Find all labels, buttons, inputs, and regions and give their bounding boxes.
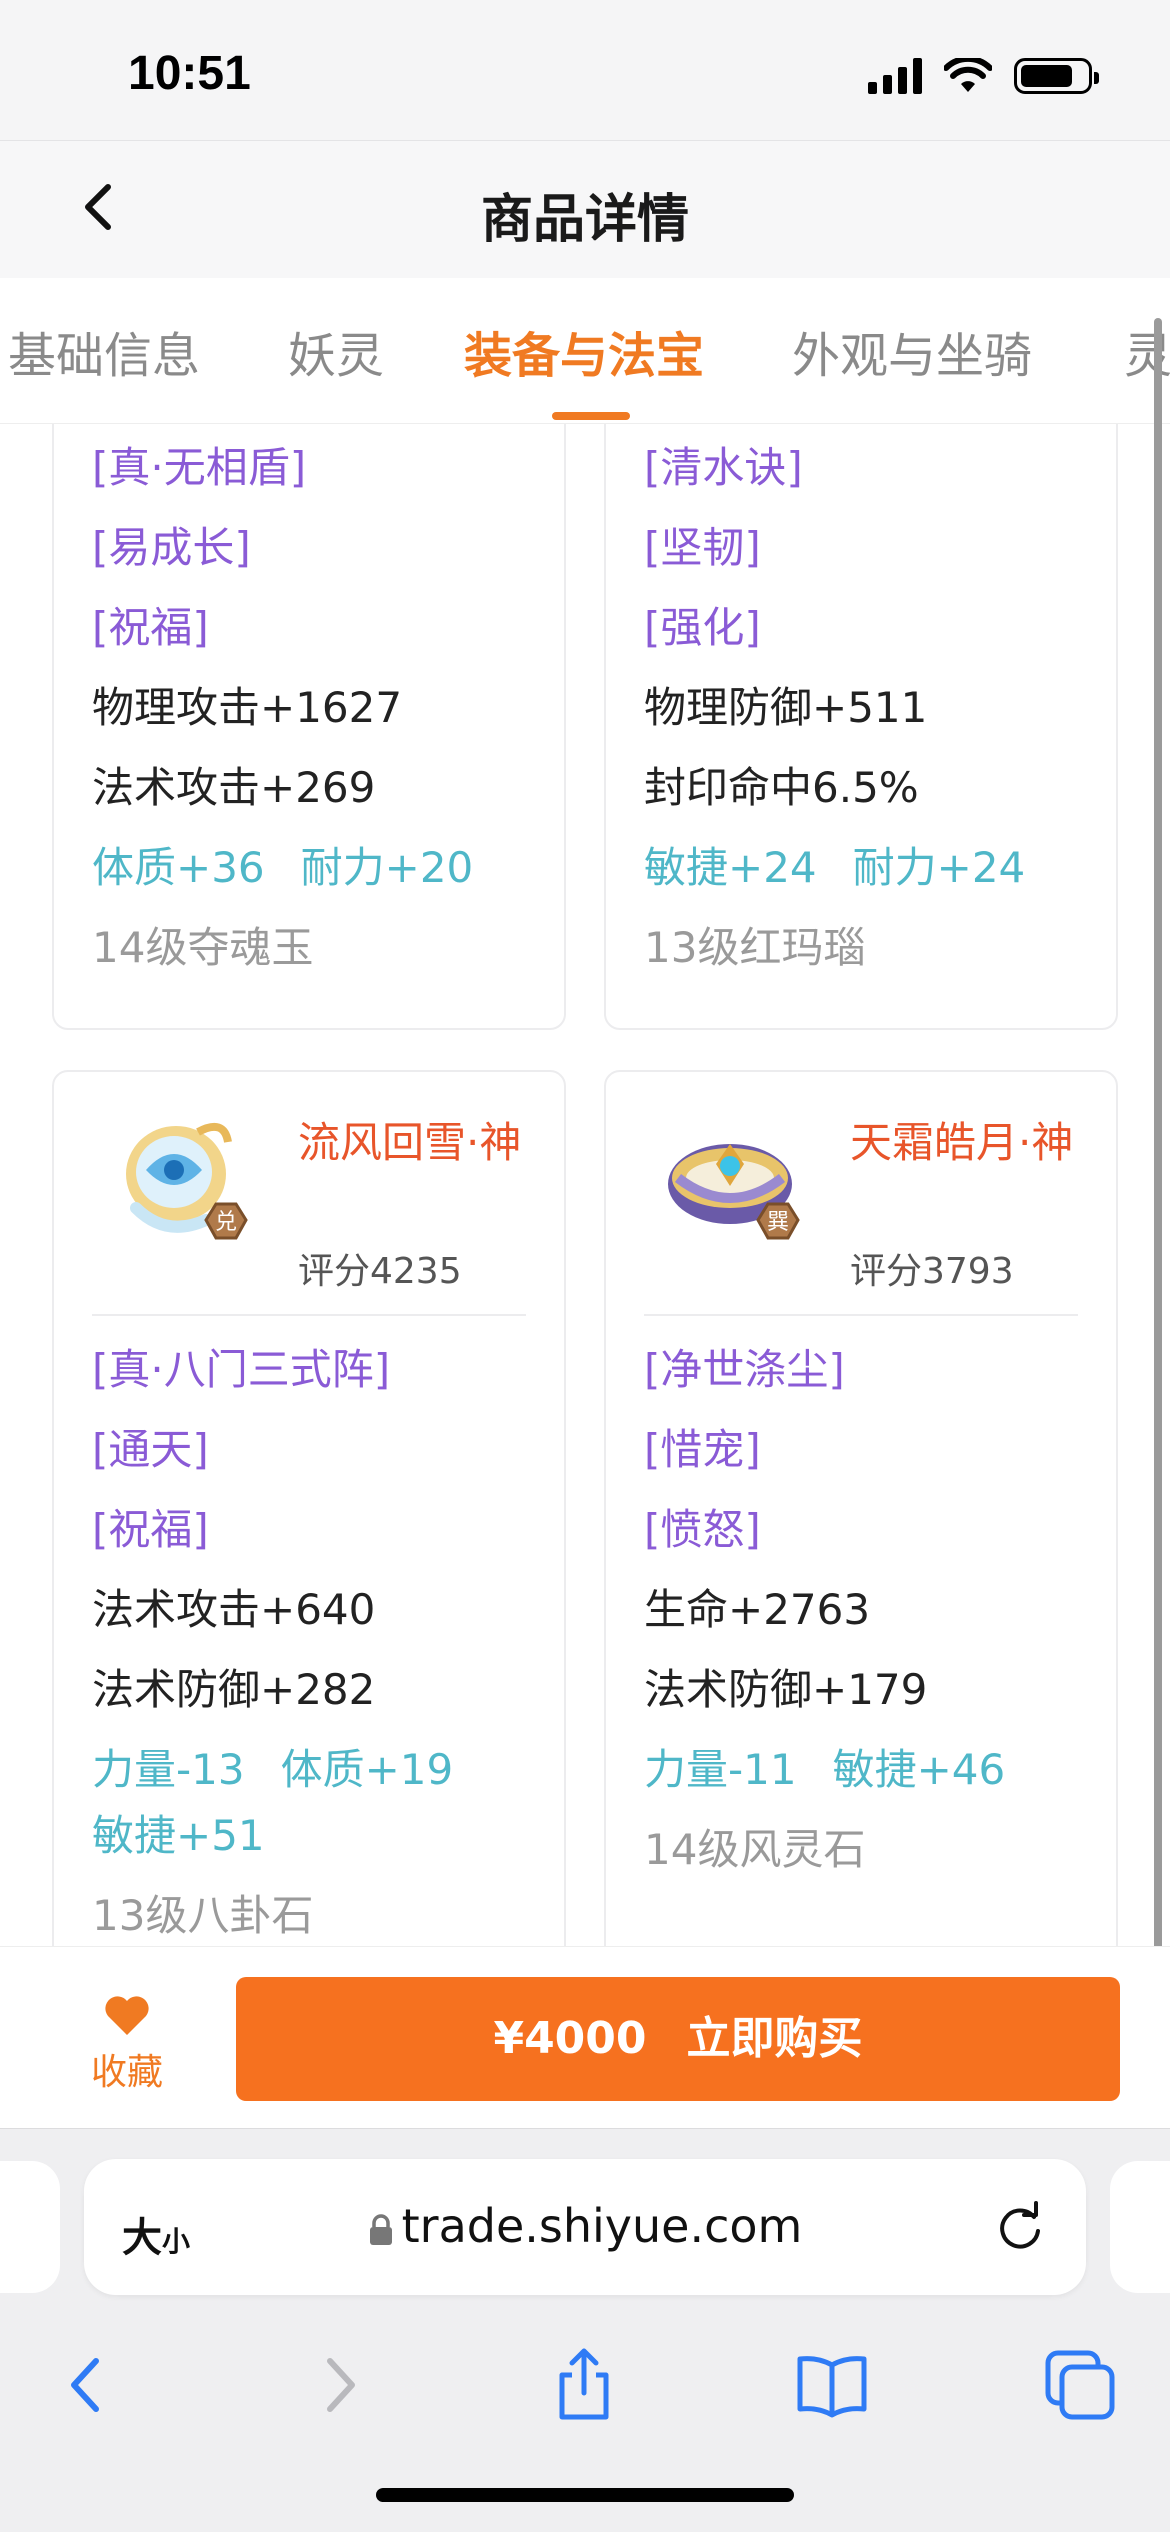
attribute-line: 敏捷+24 耐力+24 <box>644 828 1078 908</box>
gem-line: 14级风灵石 <box>644 1825 866 1874</box>
share-icon[interactable] <box>544 2345 624 2425</box>
effect-tag: [通天] <box>92 1425 209 1474</box>
bottom-action-bar: 收藏 ¥4000 立即购买 <box>0 1946 1170 2128</box>
effect-tag: [净世涤尘] <box>644 1345 845 1394</box>
forward-icon[interactable] <box>298 2345 378 2425</box>
effect-tag: [清水诀] <box>644 443 803 492</box>
equipment-list[interactable]: [真·无相盾] [易成长] [祝福] 物理攻击+1627 法术攻击+269 体质… <box>0 424 1170 1946</box>
attribute: 敏捷+24 <box>644 843 817 892</box>
attribute: 力量-11 <box>644 1745 797 1794</box>
equipment-card[interactable]: 巽 天霜皓月·神 评分3793 [净世涤尘] [惜宠] [愤怒] 生命+2763… <box>604 1070 1118 1946</box>
next-tab-preview[interactable] <box>1110 2161 1170 2293</box>
item-name: 流风回雪·神 <box>298 1118 522 1167</box>
bookmarks-icon[interactable] <box>792 2345 872 2425</box>
fan-item-icon: 兑 <box>126 1122 248 1240</box>
navigation-bar: 商品详情 <box>0 140 1170 278</box>
attribute-line: 力量-13 体质+19 敏捷+51 <box>92 1730 526 1876</box>
favorite-button[interactable]: 收藏 <box>72 1993 182 2095</box>
tabs-icon[interactable] <box>1040 2345 1120 2425</box>
tab-equipment[interactable]: 装备与法宝 <box>464 316 704 386</box>
gem-line: 14级夺魂玉 <box>92 923 314 972</box>
effect-tag: [易成长] <box>92 523 251 572</box>
stat-line: 法术攻击+640 <box>92 1585 376 1634</box>
attribute-line: 体质+36 耐力+20 <box>92 828 526 908</box>
attribute: 敏捷+51 <box>92 1811 265 1860</box>
status-bar: 10:51 <box>0 0 1170 140</box>
battery-icon <box>1014 58 1099 94</box>
attribute: 体质+19 <box>280 1745 454 1794</box>
lock-icon <box>369 2213 392 2245</box>
price: ¥4000 <box>493 2013 647 2064</box>
tab-basic-info[interactable]: 基础信息 <box>8 316 200 386</box>
item-header: 巽 天霜皓月·神 评分3793 <box>644 1072 1078 1316</box>
equipment-card[interactable]: 兑 流风回雪·神 评分4235 [真·八门三式阵] [通天] [祝福] 法术攻击… <box>52 1070 566 1946</box>
effect-tag: [强化] <box>644 603 761 652</box>
item-name: 天霜皓月·神 <box>850 1118 1074 1167</box>
equipment-card[interactable]: [清水诀] [坚韧] [强化] 物理防御+511 封印命中6.5% 敏捷+24 耐… <box>604 424 1118 1030</box>
home-indicator[interactable] <box>376 2488 794 2502</box>
active-tab-indicator <box>552 412 630 420</box>
stat-line: 法术攻击+269 <box>92 763 376 812</box>
effect-tag: [祝福] <box>92 603 209 652</box>
bracelet-item-icon: 巽 <box>668 1144 800 1240</box>
gem-line: 13级八卦石 <box>92 1891 314 1940</box>
scrollbar[interactable] <box>1154 318 1162 2118</box>
status-icons <box>868 58 1099 94</box>
attribute: 耐力+20 <box>300 843 474 892</box>
tab-spirit[interactable]: 妖灵 <box>288 316 384 386</box>
favorite-label: 收藏 <box>90 2052 163 2093</box>
item-score: 评分4235 <box>298 1251 462 1292</box>
attribute: 力量-13 <box>92 1745 245 1794</box>
tab-bar: 基础信息 妖灵 装备与法宝 外观与坐骑 灵 <box>0 278 1170 424</box>
address-bar[interactable]: 大小 trade.shiyue.com <box>84 2159 1086 2295</box>
tab-more[interactable]: 灵 <box>1124 316 1170 386</box>
stat-line: 法术防御+179 <box>644 1665 928 1714</box>
tab-appearance[interactable]: 外观与坐骑 <box>792 316 1032 386</box>
attribute: 敏捷+46 <box>832 1745 1006 1794</box>
stat-line: 生命+2763 <box>644 1585 871 1634</box>
effect-tag: [真·八门三式阵] <box>92 1345 391 1394</box>
url-text: trade.shiyue.com <box>401 2199 803 2253</box>
stat-line: 物理攻击+1627 <box>92 683 403 732</box>
stat-line: 法术防御+282 <box>92 1665 376 1714</box>
item-score: 评分3793 <box>850 1251 1014 1292</box>
url-display[interactable]: trade.shiyue.com <box>84 2199 1086 2253</box>
cellular-signal-icon <box>868 58 922 94</box>
stat-line: 封印命中6.5% <box>644 763 919 812</box>
effect-tag: [真·无相盾] <box>92 443 307 492</box>
browser-toolbar <box>0 2325 1170 2455</box>
effect-tag: [坚韧] <box>644 523 761 572</box>
attribute: 体质+36 <box>92 843 265 892</box>
back-icon[interactable] <box>48 2345 128 2425</box>
buy-label: 立即购买 <box>686 2013 863 2064</box>
effect-tag: [祝福] <box>92 1505 209 1554</box>
attribute: 耐力+24 <box>852 843 1026 892</box>
attribute-line: 力量-11 敏捷+46 <box>644 1730 1078 1810</box>
effect-tag: [愤怒] <box>644 1505 761 1554</box>
gem-line: 13级红玛瑙 <box>644 923 866 972</box>
wifi-icon <box>944 58 992 92</box>
heart-icon <box>105 1996 149 2035</box>
browser-chrome: 大小 trade.shiyue.com <box>0 2128 1170 2532</box>
effect-tag: [惜宠] <box>644 1425 761 1474</box>
trigram-badge: 兑 <box>215 1210 237 1235</box>
item-header: 兑 流风回雪·神 评分4235 <box>92 1072 526 1316</box>
stat-line: 物理防御+511 <box>644 683 928 732</box>
page-title: 商品详情 <box>480 190 689 250</box>
buy-now-button[interactable]: ¥4000 立即购买 <box>236 1977 1120 2101</box>
equipment-card[interactable]: [真·无相盾] [易成长] [祝福] 物理攻击+1627 法术攻击+269 体质… <box>52 424 566 1030</box>
reload-icon[interactable] <box>994 2201 1046 2253</box>
status-time: 10:51 <box>128 47 251 100</box>
trigram-badge: 巽 <box>767 1210 789 1235</box>
previous-tab-preview[interactable] <box>0 2161 60 2293</box>
